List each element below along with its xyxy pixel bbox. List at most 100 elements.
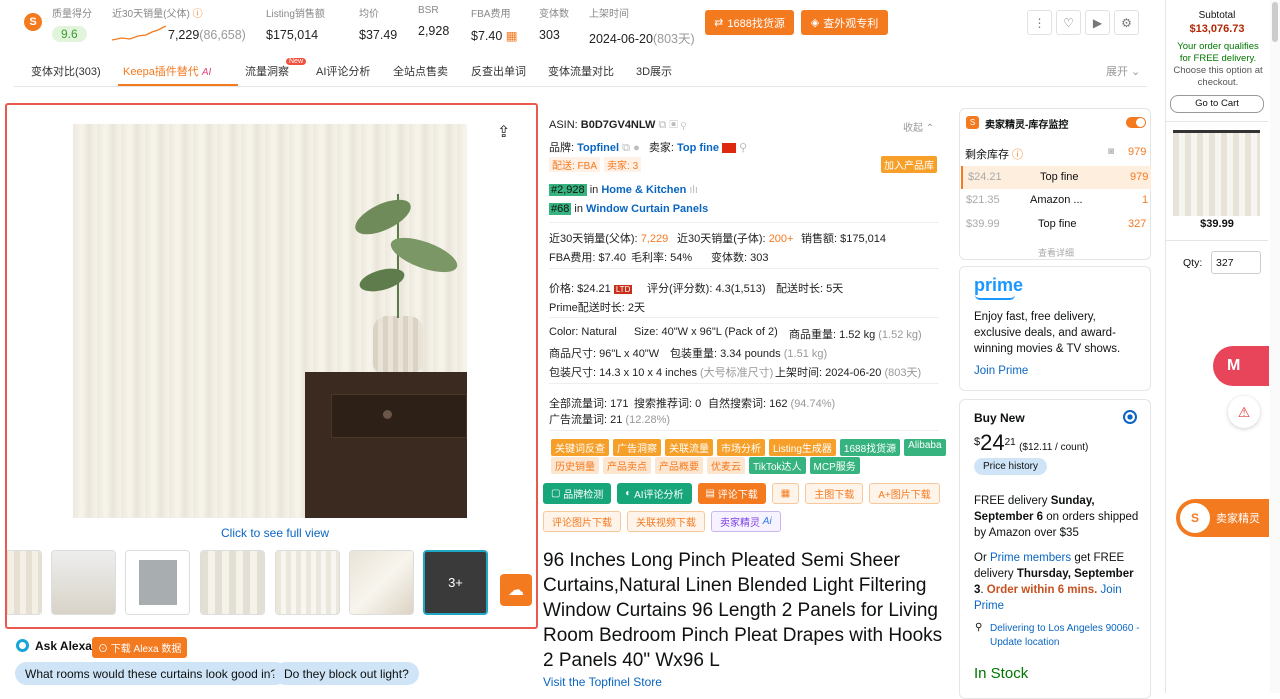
aplus-download-button[interactable]: A+图片下载 <box>869 483 940 504</box>
alexa-question[interactable]: What rooms would these curtains look goo… <box>15 662 288 685</box>
expand-toggle[interactable]: 展开 ⌄ <box>1106 63 1140 79</box>
ai-review-button[interactable]: ◐ AI评论分析 <box>617 483 692 504</box>
calculator-icon[interactable]: ▦ <box>506 29 518 43</box>
cart-item-image[interactable] <box>1173 130 1260 216</box>
patent-button[interactable]: ◈ 查外观专利 <box>801 10 888 35</box>
metric-sales30: 近30天销量(父体) ⓘ 7,229(86,658) <box>112 5 246 42</box>
m-app-icon[interactable]: M <box>1213 346 1269 386</box>
add-to-library-button[interactable]: 加入产品库 <box>881 156 937 173</box>
active-tab-indicator <box>118 84 238 86</box>
tool-tag[interactable]: 产品卖点 <box>603 457 651 474</box>
store-link[interactable]: Visit the Topfinel Store <box>543 675 662 689</box>
product-title: 96 Inches Long Pinch Pleated Semi Sheer … <box>543 550 943 671</box>
main-image-download-button[interactable]: 主图下载 <box>805 483 864 504</box>
thumbnail-image[interactable] <box>349 550 414 615</box>
alexa-question[interactable]: Do they block out light? <box>274 662 419 685</box>
tab-keepa[interactable]: Keepa插件替代 AI <box>123 63 211 79</box>
stock-price: $24.21 <box>968 171 1002 183</box>
brand-link[interactable]: Topfinel <box>577 142 619 154</box>
qty-input[interactable]: 327 <box>1211 251 1261 274</box>
stock-qty: 1 <box>1142 194 1149 206</box>
review-images-download-button[interactable]: 评论图片下载 <box>543 511 621 532</box>
help-icon[interactable]: ⓘ <box>193 9 203 20</box>
main-product-image[interactable] <box>73 124 467 518</box>
tool-tags-row: 关键词反查 广告洞察 关联流量 市场分析 Listing生成器 1688找货源 … <box>551 439 946 456</box>
stock-qty: 979 <box>1130 171 1149 183</box>
stock-seller: Top fine <box>1040 171 1079 183</box>
tab-reverse-keywords[interactable]: 反查出单词 <box>471 63 526 79</box>
tool-tag[interactable]: TikTok达人 <box>749 457 806 474</box>
share-icon[interactable]: ⇪ <box>497 122 510 142</box>
thumbnail-image[interactable] <box>7 550 42 615</box>
tab-all-sites[interactable]: 全站点售卖 <box>393 63 448 79</box>
delivery-location-link[interactable]: Delivering to Los Angeles 90060 - Update… <box>990 622 1142 650</box>
metric-label: 变体数 <box>539 9 569 20</box>
brand-check-button[interactable]: ▢ 品牌检测 <box>543 483 612 504</box>
collapse-toggle[interactable]: 收起 ⌃ <box>903 119 934 134</box>
video-download-button[interactable]: 关联视频下载 <box>627 511 705 532</box>
thumbnail-image[interactable] <box>200 550 265 615</box>
sellersprite-floating-button[interactable]: S 卖家精灵 <box>1176 499 1269 537</box>
info-text: 毛利率: 54% <box>631 252 693 264</box>
alexa-download-button[interactable]: ⊙ 下载 Alexa 数据 <box>92 637 188 658</box>
rank-category-link[interactable]: Window Curtain Panels <box>586 203 708 215</box>
tab-traffic[interactable]: 流量洞察 <box>245 63 289 79</box>
warning-icon[interactable]: ⚠ <box>1228 396 1260 428</box>
stock-seller: Top fine <box>1038 218 1077 230</box>
go-to-cart-button[interactable]: Go to Cart <box>1170 95 1264 113</box>
tool-tag[interactable]: Alibaba <box>904 439 946 456</box>
seller-link[interactable]: Top fine <box>677 142 719 154</box>
tool-tag[interactable]: MCP服务 <box>809 457 860 474</box>
tool-tag[interactable]: 历史销量 <box>551 457 599 474</box>
stock-toggle[interactable] <box>1126 117 1146 128</box>
copy-icon[interactable]: ⧉ ▣ ⚲ <box>658 119 686 131</box>
source-1688-button[interactable]: ⇄ 1688找货源 <box>705 10 794 35</box>
stock-details-link[interactable]: 查看详细 <box>1038 246 1074 259</box>
scrollbar[interactable] <box>1270 0 1280 693</box>
more-icon[interactable]: ⋮ <box>1027 10 1052 35</box>
camera-icon[interactable]: ◙ <box>1108 146 1114 157</box>
join-prime-link[interactable]: Join Prime <box>974 365 1028 377</box>
tab-variant-compare[interactable]: 变体对比(303) <box>31 63 101 79</box>
prime-members-link[interactable]: Prime members <box>990 552 1071 564</box>
stock-row: $24.21 Top fine 979 <box>961 166 1151 189</box>
video-icon[interactable]: ▶ <box>1085 10 1110 35</box>
tool-tag[interactable]: 广告洞察 <box>613 439 661 456</box>
tab-3d[interactable]: 3D展示 <box>636 63 672 79</box>
button-label: 查外观专利 <box>823 17 879 30</box>
stock-qty: 327 <box>1128 218 1147 230</box>
gear-icon[interactable]: ⚙ <box>1114 10 1139 35</box>
sellersprite-ai-button[interactable]: 卖家精灵 Ai <box>711 511 781 532</box>
thumbnail-image[interactable] <box>125 550 190 615</box>
tool-tag[interactable]: Listing生成器 <box>769 439 836 456</box>
rank-category-link[interactable]: Home & Kitchen <box>601 184 686 196</box>
price-history-button[interactable]: Price history <box>974 458 1048 475</box>
rank-in: in <box>574 203 583 215</box>
metric-value: $37.49 <box>359 28 398 42</box>
tab-variant-traffic[interactable]: 变体流量对比 <box>548 63 614 79</box>
buy-new-radio[interactable] <box>1123 410 1137 424</box>
thumbnail-image[interactable] <box>275 550 340 615</box>
info-text: 自然搜索词: 162 <box>708 398 788 410</box>
stock-monitor-card: S 卖家精灵-库存监控 剩余库存 ⓘ ◙ 979 $24.21 Top fine 9… <box>959 108 1151 260</box>
seller-count-tag: 卖家: 3 <box>604 157 642 172</box>
buy-new-title: Buy New <box>974 411 1025 425</box>
tool-tag[interactable]: 关联流量 <box>665 439 713 456</box>
calculator-icon[interactable]: ▦ <box>771 483 800 504</box>
info-sub: (大号标准尺寸) <box>700 367 774 379</box>
full-view-link[interactable]: Click to see full view <box>221 526 329 540</box>
tool-tag[interactable]: 关键词反查 <box>551 439 609 456</box>
download-cloud-icon[interactable]: ☁ <box>500 574 532 606</box>
tab-ai-review[interactable]: AI评论分析 <box>316 63 370 79</box>
ai-badge: AI <box>201 67 212 78</box>
tool-tag[interactable]: 优麦云 <box>707 457 745 474</box>
info-text: 广告流量词: 21 <box>549 414 623 426</box>
review-download-button[interactable]: ▤ 评论下载 <box>697 483 766 504</box>
tool-tag[interactable]: 1688找货源 <box>839 439 901 456</box>
tool-tag[interactable]: 产品概要 <box>655 457 703 474</box>
heart-icon[interactable]: ♡ <box>1056 10 1081 35</box>
metric-value: 7,229 <box>168 28 200 42</box>
tool-tag[interactable]: 市场分析 <box>717 439 765 456</box>
more-thumbnails[interactable]: 3+ <box>423 550 488 615</box>
thumbnail-image[interactable] <box>51 550 116 615</box>
